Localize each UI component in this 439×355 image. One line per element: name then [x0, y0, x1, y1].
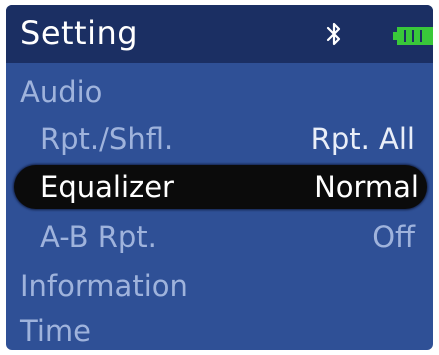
menu-item-ab-repeat[interactable]: A-B Rpt. Off [6, 214, 433, 260]
menu-item-value: Normal [314, 170, 419, 204]
device-screen: Setting Audio Rpt./Shfl. Rpt. All Equali… [6, 5, 433, 350]
menu-item-label: Audio [20, 75, 103, 109]
header-bar: Setting [6, 5, 433, 63]
battery-icon [393, 27, 433, 45]
menu-item-label: Time [20, 314, 91, 348]
page-title: Setting [20, 14, 139, 52]
menu-item-value: Rpt. All [310, 122, 415, 156]
menu-item-label: Rpt./Shfl. [40, 122, 174, 156]
menu-item-audio[interactable]: Audio [6, 69, 433, 115]
menu-item-label: A-B Rpt. [40, 220, 157, 254]
menu-item-repeat-shuffle[interactable]: Rpt./Shfl. Rpt. All [6, 116, 433, 162]
menu-item-equalizer[interactable]: Equalizer Normal [14, 165, 427, 209]
menu-item-time[interactable]: Time [6, 308, 433, 350]
menu-item-label: Information [20, 269, 188, 303]
bluetooth-icon [326, 22, 341, 46]
menu-item-value: Off [372, 220, 415, 254]
menu-item-information[interactable]: Information [6, 263, 433, 309]
menu-item-label: Equalizer [40, 170, 174, 204]
